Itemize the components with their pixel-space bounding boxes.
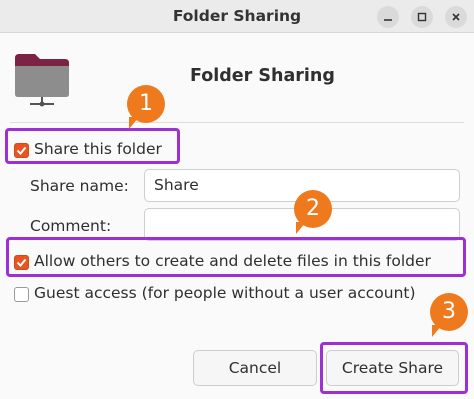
highlight-create-share <box>320 342 468 394</box>
folder-share-icon <box>15 54 69 107</box>
share-name-label: Share name: <box>30 177 129 195</box>
maximize-icon <box>417 12 427 22</box>
close-icon <box>452 13 460 21</box>
divider <box>10 122 464 123</box>
minimize-button[interactable] <box>377 6 399 28</box>
title-bar: Folder Sharing <box>0 0 474 33</box>
cancel-button[interactable]: Cancel <box>193 350 317 386</box>
dialog-heading: Folder Sharing <box>190 66 335 86</box>
step-badge-3: 3 <box>430 293 468 337</box>
comment-label: Comment: <box>30 217 112 235</box>
window-title: Folder Sharing <box>172 7 302 25</box>
guest-access-label[interactable]: Guest access (for people without a user … <box>34 284 416 302</box>
step-badge-1: 1 <box>127 85 165 129</box>
highlight-share-folder <box>5 128 180 164</box>
maximize-button[interactable] <box>411 6 433 28</box>
step-badge-2: 2 <box>294 190 332 234</box>
close-button[interactable] <box>445 6 467 28</box>
minimize-icon <box>384 19 392 21</box>
highlight-allow-others <box>6 237 466 277</box>
guest-access-checkbox[interactable] <box>14 287 29 302</box>
